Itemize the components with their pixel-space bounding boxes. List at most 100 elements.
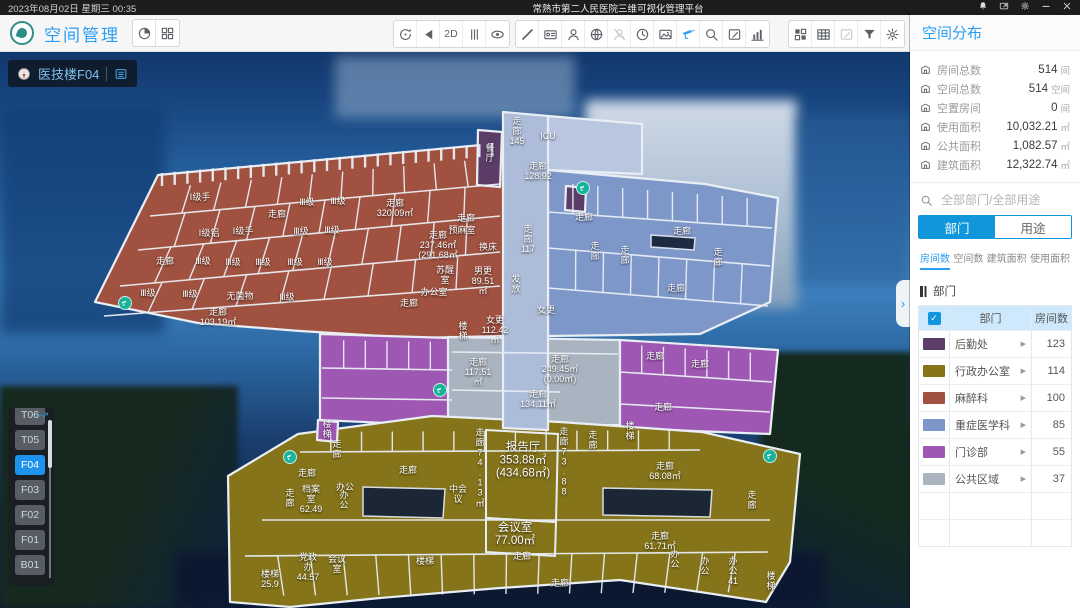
gear-button[interactable]: [881, 21, 904, 47]
datetime-label: 2023年08月02日 星期三 00:35: [8, 1, 258, 15]
subtab-使用面积[interactable]: 使用面积: [1030, 250, 1070, 270]
search-input[interactable]: [941, 193, 1066, 207]
cctv-camera-marker[interactable]: [283, 450, 297, 464]
edit-button[interactable]: [723, 21, 746, 47]
screen-icon[interactable]: [999, 1, 1009, 14]
blocks-button[interactable]: [789, 21, 812, 47]
subtab-房间数[interactable]: 房间数: [920, 250, 950, 270]
floor-button-F01[interactable]: F01: [15, 530, 45, 550]
user-button[interactable]: [562, 21, 585, 47]
search-button[interactable]: [700, 21, 723, 47]
room-label: 楼梯: [322, 419, 331, 439]
pie-view-button[interactable]: [133, 20, 156, 46]
chart-button[interactable]: [746, 21, 769, 47]
room-label: Ⅲ级: [330, 196, 345, 206]
room-label: 走廊117: [521, 224, 535, 254]
section-label: 部门: [933, 283, 956, 299]
row-arrow-icon[interactable]: ▶: [1021, 421, 1026, 429]
bell-icon[interactable]: [978, 1, 988, 14]
divider: [910, 182, 1080, 183]
minimize-icon[interactable]: [1041, 1, 1051, 14]
pen-button[interactable]: [516, 21, 539, 47]
close-icon[interactable]: [1062, 1, 1072, 14]
room-label: 楼梯25.9: [261, 569, 279, 589]
room-label: 走廊103.19㎡: [200, 307, 237, 327]
table-header: ✓部门房间数: [919, 306, 1071, 330]
region-icu[interactable]: [548, 116, 642, 174]
row-arrow-icon[interactable]: ▶: [1021, 475, 1026, 483]
floor-button-F04[interactable]: F04: [15, 455, 45, 475]
user-disabled-button[interactable]: [608, 21, 631, 47]
stat-row: 公共面积1,082.57㎡: [920, 136, 1070, 155]
table-row[interactable]: 门诊部▶55: [919, 438, 1071, 465]
room-label: Ⅲ级: [287, 257, 302, 267]
subtab-建筑面积[interactable]: 建筑面积: [987, 250, 1027, 270]
room-label: Ⅲ级: [299, 197, 314, 207]
select-all-checkbox[interactable]: ✓: [928, 312, 941, 325]
row-arrow-icon[interactable]: ▶: [1021, 448, 1026, 456]
region-outpatient-right[interactable]: [620, 340, 778, 434]
image-button[interactable]: [654, 21, 677, 47]
globe-button[interactable]: [585, 21, 608, 47]
row-arrow-icon[interactable]: ▶: [1021, 367, 1026, 375]
table-row[interactable]: 重症医学科▶85: [919, 411, 1071, 438]
subtab-空间数[interactable]: 空间数: [953, 250, 983, 270]
columns-button[interactable]: [463, 21, 486, 47]
edit-disabled-button[interactable]: [835, 21, 858, 47]
room-label: Ⅲ级: [293, 226, 308, 236]
courtyard: [651, 235, 695, 250]
floor-button-F03[interactable]: F03: [15, 480, 45, 500]
table-row[interactable]: 行政办公室▶114: [919, 357, 1071, 384]
dept-name: 公共区域: [955, 471, 999, 487]
floor-button-T05[interactable]: T05: [15, 430, 45, 450]
stats-list: 房间总数514间空间总数514空间空置房间0间使用面积10,032.21㎡公共面…: [910, 51, 1080, 178]
rotate-button[interactable]: [394, 21, 417, 47]
cctv-camera-marker[interactable]: [576, 181, 590, 195]
camera-button[interactable]: [677, 21, 700, 47]
tab-department[interactable]: 部门: [919, 216, 995, 238]
mode-2d-button[interactable]: 2D: [440, 21, 463, 47]
table-button[interactable]: [812, 21, 835, 47]
dept-color-swatch: [923, 392, 945, 404]
toolbar-group-tools: [515, 20, 770, 48]
room-label: 楼梯: [625, 421, 634, 441]
cctv-camera-marker[interactable]: [433, 383, 447, 397]
region-outpatient-left[interactable]: [320, 334, 452, 426]
room-label: 楼梯: [766, 571, 775, 591]
room-label: 走廊: [667, 283, 685, 293]
table-row[interactable]: 麻醉科▶100: [919, 384, 1071, 411]
section-header: 部门: [920, 283, 1070, 299]
tab-usage[interactable]: 用途: [995, 216, 1071, 238]
cursor-button[interactable]: [417, 21, 440, 47]
cctv-camera-marker[interactable]: [763, 449, 777, 463]
room-label: 走廊128.92: [524, 161, 552, 181]
filter-button[interactable]: [858, 21, 881, 47]
row-arrow-icon[interactable]: ▶: [1021, 340, 1026, 348]
floor-button-F02[interactable]: F02: [15, 505, 45, 525]
room-label: 走廊: [646, 351, 664, 361]
floor-scrollbar-thumb[interactable]: [48, 420, 52, 468]
cctv-camera-marker[interactable]: [118, 296, 132, 310]
eye-button[interactable]: [486, 21, 509, 47]
titlebar: 2023年08月02日 星期三 00:35 常熟市第二人民医院三维可视化管理平台: [0, 0, 1080, 15]
panel-collapse-handle[interactable]: ›: [896, 280, 910, 327]
table-row[interactable]: 公共区域▶37: [919, 465, 1071, 492]
building-tag[interactable]: 医技楼F04: [8, 60, 137, 87]
room-label: 中会议: [449, 484, 467, 504]
application-window: Ⅰ级手Ⅲ级Ⅲ级走廊Ⅰ级铝Ⅰ级手Ⅲ级Ⅲ级走廊Ⅲ级Ⅲ级Ⅲ级Ⅲ级Ⅲ级Ⅲ级Ⅲ级无菌物Ⅲ级…: [0, 0, 1080, 608]
room-label: 走廊: [551, 578, 569, 588]
expand-icon[interactable]: ─↗: [36, 410, 48, 421]
table-row[interactable]: 后勤处▶123: [919, 330, 1071, 357]
clock-button[interactable]: [631, 21, 654, 47]
room-label: Ⅲ级: [225, 257, 240, 267]
room-label: 办公室: [420, 287, 447, 297]
room-label: 走廊117.51㎡: [465, 357, 492, 387]
dept-name: 后勤处: [955, 336, 988, 352]
room-label: 走廊: [747, 490, 756, 510]
floor-button-B01[interactable]: B01: [15, 555, 45, 575]
list-icon[interactable]: [114, 67, 128, 81]
id-card-button[interactable]: [539, 21, 562, 47]
gear-icon[interactable]: [1020, 1, 1030, 14]
row-arrow-icon[interactable]: ▶: [1021, 394, 1026, 402]
grid4-view-button[interactable]: [156, 20, 179, 46]
